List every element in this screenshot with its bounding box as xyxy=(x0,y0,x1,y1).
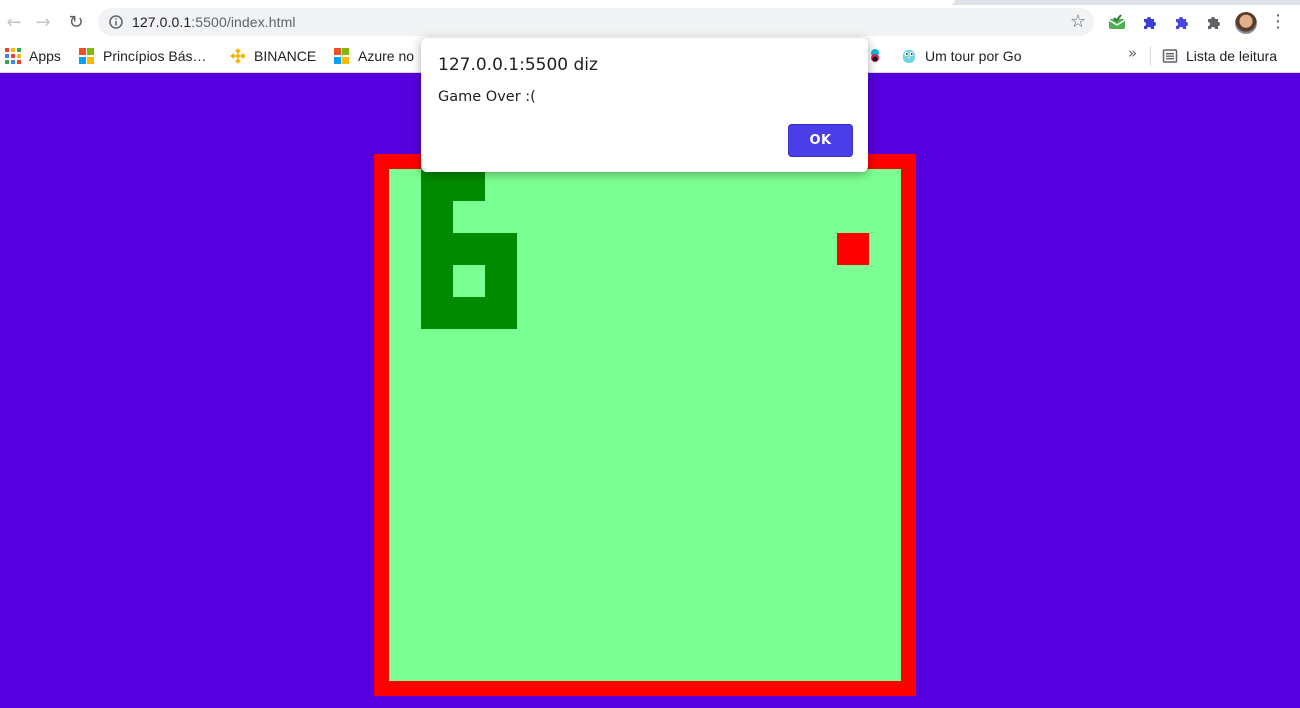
bookmark-label: Princípios Bás… xyxy=(103,48,207,64)
snake-segment xyxy=(485,265,517,297)
extension-puzzle-indigo-icon[interactable] xyxy=(1169,9,1195,35)
bookmark-azure[interactable]: Azure no xyxy=(334,46,414,66)
bookmark-principios[interactable]: Princípios Bás… xyxy=(79,46,206,66)
site-info-icon[interactable] xyxy=(108,14,124,30)
snake-segment xyxy=(453,169,485,201)
ok-button[interactable]: OK xyxy=(788,124,853,157)
binance-icon xyxy=(230,48,246,64)
forward-arrow-icon[interactable]: → xyxy=(29,8,57,36)
snake-segment xyxy=(421,169,453,201)
bookmark-binance[interactable]: BINANCE xyxy=(230,46,316,66)
bookmarks-overflow-chevron-icon[interactable]: » xyxy=(1128,44,1137,62)
url-path: :5500/index.html xyxy=(191,14,296,30)
colorful-circle-icon xyxy=(870,48,886,64)
bookmark-label: Apps xyxy=(29,48,61,64)
reading-list-icon xyxy=(1162,48,1178,64)
snake-segment xyxy=(453,233,485,265)
address-bar[interactable]: 127.0.0.1:5500/index.html ☆ xyxy=(98,8,1094,36)
reading-list-label: Lista de leitura xyxy=(1186,48,1278,64)
alert-dialog: 127.0.0.1:5500 diz Game Over :( OK xyxy=(421,38,868,172)
gopher-icon xyxy=(901,48,917,64)
snake-segment xyxy=(453,297,485,329)
game-field xyxy=(389,169,901,681)
extension-mail-icon[interactable] xyxy=(1104,9,1130,35)
bookmark-label: BINANCE xyxy=(254,48,317,64)
extension-puzzle-blue-icon[interactable] xyxy=(1137,9,1163,35)
bookmark-apps[interactable]: Apps xyxy=(5,46,61,66)
url-text[interactable]: 127.0.0.1:5500/index.html xyxy=(132,13,296,31)
extensions-menu-icon[interactable] xyxy=(1201,9,1227,35)
bookmark-star-icon[interactable]: ☆ xyxy=(1070,11,1086,33)
reload-icon[interactable]: ↻ xyxy=(62,8,90,36)
game-board-border xyxy=(374,154,916,696)
bookmark-partial-icon[interactable] xyxy=(870,46,894,66)
bookmark-tour-go[interactable]: Um tour por Go xyxy=(901,46,1021,66)
microsoft-logo-icon xyxy=(79,48,95,64)
dialog-message: Game Over :( xyxy=(438,89,536,105)
apps-grid-icon xyxy=(5,48,21,64)
snake-segment xyxy=(485,297,517,329)
food-pellet xyxy=(837,233,869,265)
browser-toolbar: ← → ↻ 127.0.0.1:5500/index.html ☆ ⋮ xyxy=(0,5,1300,39)
bookmark-label: Um tour por Go xyxy=(925,48,1022,64)
profile-avatar[interactable] xyxy=(1235,12,1257,34)
bookmark-label: Azure no xyxy=(358,48,415,64)
microsoft-logo-icon xyxy=(334,48,350,64)
snake-segment xyxy=(421,233,453,265)
url-host: 127.0.0.1 xyxy=(132,14,192,30)
dialog-title: 127.0.0.1:5500 diz xyxy=(438,55,598,75)
snake-segment xyxy=(485,233,517,265)
bookmarks-divider xyxy=(1150,46,1151,66)
browser-menu-icon[interactable]: ⋮ xyxy=(1268,10,1288,34)
back-arrow-icon[interactable]: ← xyxy=(0,8,28,36)
snake-segment xyxy=(421,297,453,329)
snake-segment xyxy=(421,265,453,297)
snake-segment xyxy=(421,201,453,233)
reading-list-button[interactable]: Lista de leitura xyxy=(1162,46,1277,66)
